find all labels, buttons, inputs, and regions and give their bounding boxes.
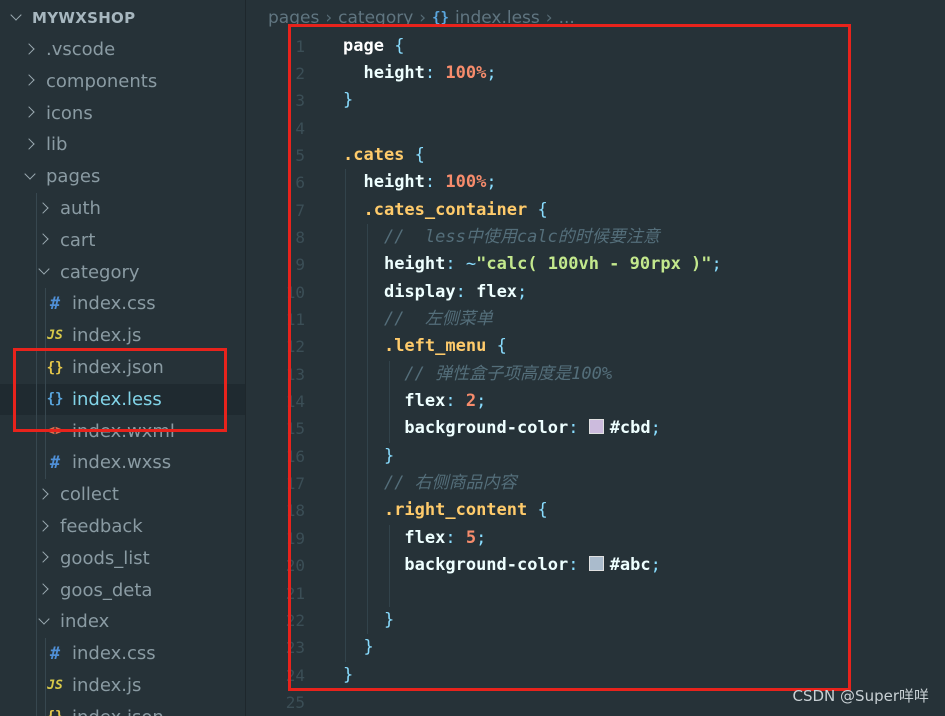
root-folder-label: MYWXSHOP: [32, 8, 136, 27]
explorer-root-folder[interactable]: MYWXSHOP: [0, 2, 245, 33]
code-highlight-box: [288, 24, 851, 691]
file-highlight-box: [13, 348, 227, 432]
line-number: 25: [285, 692, 305, 712]
watermark: CSDN @Super咩咩: [792, 687, 929, 705]
chevron-down-icon: [8, 10, 24, 26]
